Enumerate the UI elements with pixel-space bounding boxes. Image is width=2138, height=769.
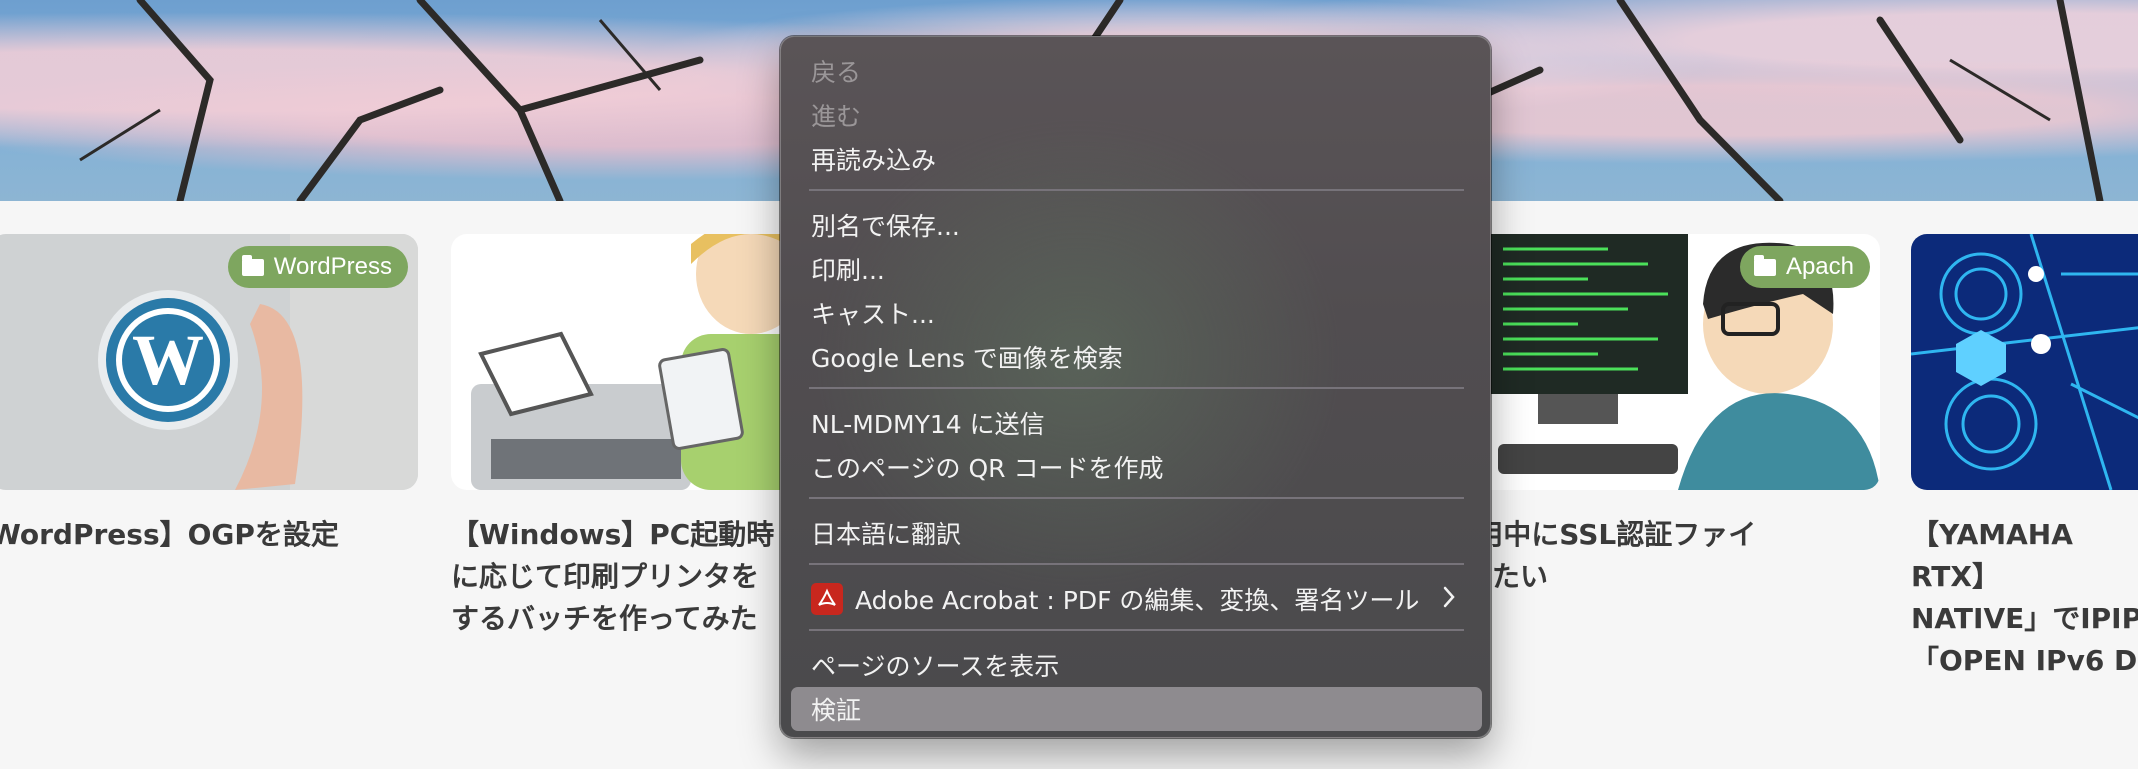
menu-item-adobe-acrobat[interactable]: Adobe Acrobat : PDF の編集、変換、署名ツール xyxy=(791,577,1482,621)
menu-item-back[interactable]: 戻る xyxy=(791,49,1482,93)
category-label: Apach xyxy=(1785,253,1854,280)
folder-icon xyxy=(241,254,264,276)
card-thumbnail[interactable] xyxy=(1911,234,2138,490)
menu-item-view-source[interactable]: ページのソースを表示 xyxy=(791,643,1482,687)
category-badge[interactable]: Apach xyxy=(1739,246,1870,288)
folder-icon xyxy=(1753,254,1776,276)
card-thumbnail[interactable]: W WordPress xyxy=(0,234,418,490)
chevron-right-icon xyxy=(1443,586,1455,608)
network-circuit-image xyxy=(1911,234,2138,490)
menu-item-forward[interactable]: 進む xyxy=(791,93,1482,137)
menu-item-translate[interactable]: 日本語に翻訳 xyxy=(791,511,1482,555)
adobe-acrobat-icon xyxy=(811,583,843,615)
menu-item-qr-code[interactable]: このページの QR コードを作成 xyxy=(791,445,1482,489)
article-card[interactable]: 【YAMAHA RTX】 NATIVE」でIPIP 「OPEN IPv6 DD xyxy=(1911,234,2138,682)
context-menu: 戻る 進む 再読み込み 別名で保存... 印刷... キャスト... Googl… xyxy=(780,36,1491,738)
menu-separator xyxy=(809,387,1464,389)
svg-text:W: W xyxy=(132,320,204,400)
card-title[interactable]: 【YAMAHA RTX】 NATIVE」でIPIP 「OPEN IPv6 DD xyxy=(1911,514,2138,682)
menu-item-cast[interactable]: キャスト... xyxy=(791,291,1482,335)
menu-item-google-lens[interactable]: Google Lens で画像を検索 xyxy=(791,335,1482,379)
category-label: WordPress xyxy=(273,253,392,280)
menu-item-label: Adobe Acrobat : PDF の編集、変換、署名ツール xyxy=(855,586,1420,615)
menu-separator xyxy=(809,629,1464,631)
category-badge[interactable]: WordPress xyxy=(227,246,408,288)
menu-separator xyxy=(809,497,1464,499)
menu-item-print[interactable]: 印刷... xyxy=(791,247,1482,291)
menu-separator xyxy=(809,563,1464,565)
menu-separator xyxy=(809,189,1464,191)
menu-item-inspect[interactable]: 検証 xyxy=(791,687,1482,731)
article-card[interactable]: W WordPress WordPress】OGPを設定 xyxy=(0,234,418,556)
menu-item-send-to-device[interactable]: NL-MDMY14 に送信 xyxy=(791,401,1482,445)
menu-item-save-as[interactable]: 別名で保存... xyxy=(791,203,1482,247)
menu-item-reload[interactable]: 再読み込み xyxy=(791,137,1482,181)
card-title[interactable]: WordPress】OGPを設定 xyxy=(0,514,418,556)
